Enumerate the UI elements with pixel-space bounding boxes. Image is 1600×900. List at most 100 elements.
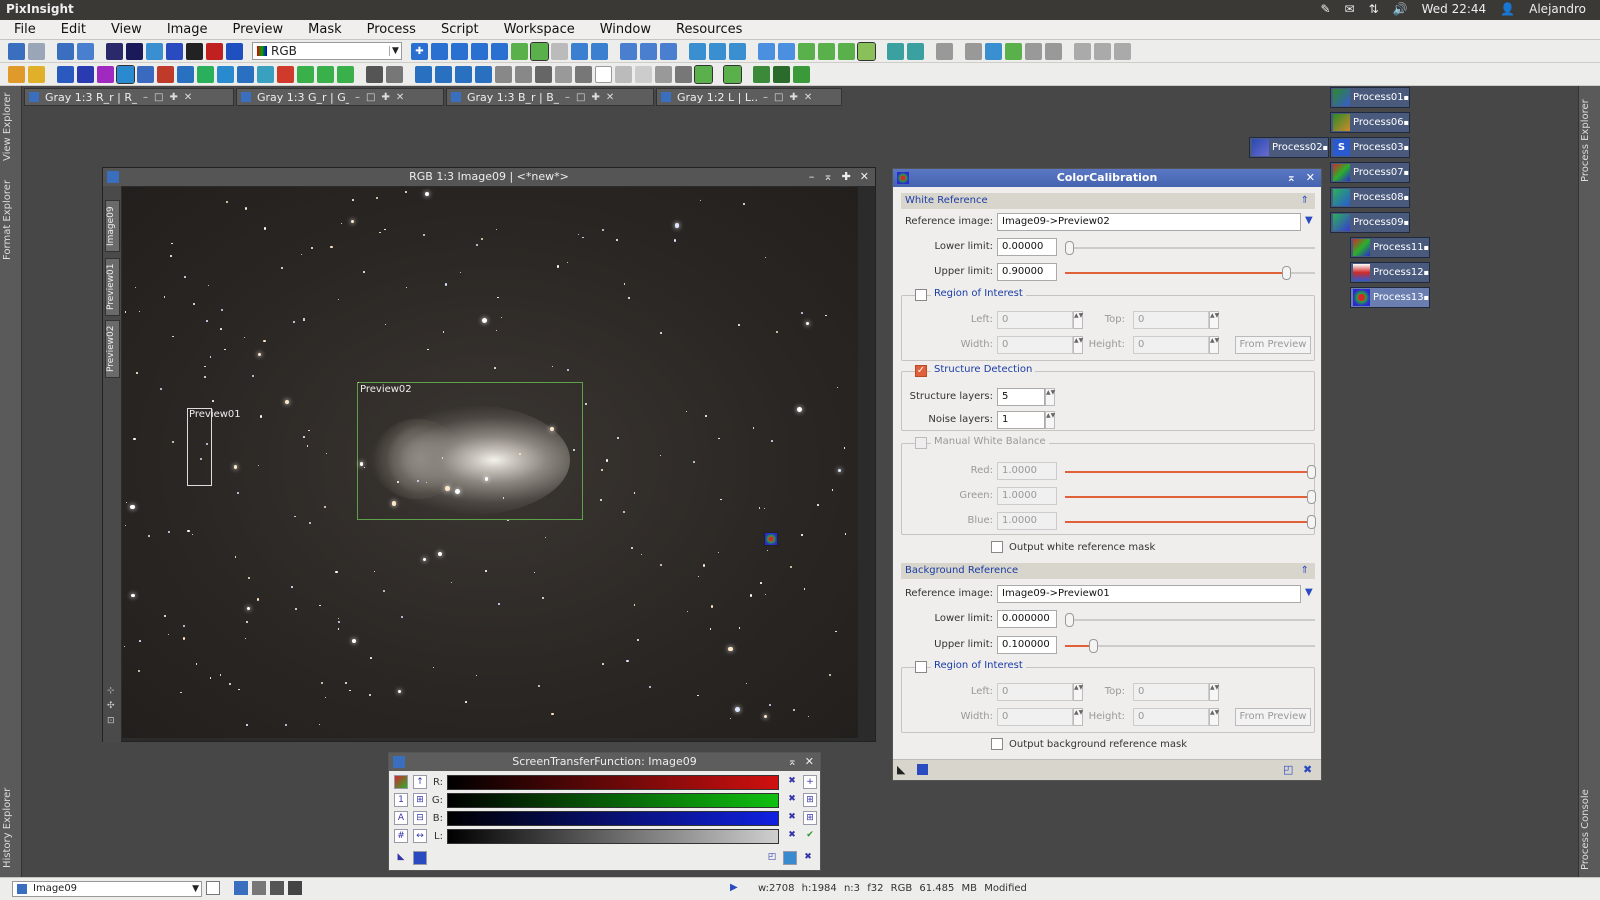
paste2-icon[interactable] (1005, 42, 1022, 60)
mwb-red-slider[interactable] (1065, 465, 1316, 479)
process16-icon[interactable] (317, 65, 334, 83)
new-preview-icon[interactable] (511, 42, 528, 60)
menu-mask[interactable]: Mask (294, 20, 352, 39)
spin-icon[interactable]: ▲▼ (1045, 411, 1055, 429)
stf-slider-b[interactable] (447, 811, 779, 826)
mail-icon[interactable]: ✉ (1345, 2, 1355, 16)
network-icon[interactable]: ⇅ (1369, 2, 1379, 16)
reset-icon[interactable]: ✖ (1303, 763, 1312, 776)
green-window2-icon[interactable] (818, 42, 835, 60)
browse-doc-icon[interactable]: ◰ (765, 851, 779, 865)
menu-preview[interactable]: Preview (219, 20, 295, 39)
menu-window[interactable]: Window (586, 20, 662, 39)
process33-icon[interactable] (675, 65, 692, 83)
tab-preview01[interactable]: Preview01 (105, 258, 120, 316)
process8-icon[interactable] (157, 65, 174, 83)
background-reference-section[interactable]: Background Reference ⇑ (901, 563, 1315, 579)
from-preview-button-bg[interactable]: From Preview (1235, 708, 1311, 726)
menu-edit[interactable]: Edit (47, 20, 97, 39)
process19-icon[interactable] (386, 65, 403, 83)
tab-preview02[interactable]: Preview02 (105, 320, 120, 378)
link-icon[interactable] (146, 42, 163, 60)
astro-image-canvas[interactable]: Preview01 Preview02 (122, 187, 858, 738)
stf-swap-icon[interactable]: ↔ (413, 829, 427, 843)
stf-icon[interactable] (186, 42, 203, 60)
tool2-icon[interactable] (1094, 42, 1111, 60)
mwb-blue-field[interactable]: 1.0000 (997, 512, 1057, 530)
red-channel-icon[interactable] (206, 42, 223, 60)
iconic-window-r[interactable]: Gray 1:3 R_r | R_r... –□✚✕ (24, 88, 234, 106)
minimize-icon[interactable]: – (565, 92, 570, 103)
bg-lower-limit-field[interactable]: 0.000000 (997, 610, 1057, 628)
reset-icon[interactable]: ✖ (801, 851, 815, 865)
process15-icon[interactable] (297, 65, 314, 83)
zoom-in-icon[interactable] (571, 42, 588, 60)
output-white-mask-checkbox[interactable] (991, 541, 1003, 553)
roi-white-left-field[interactable]: 0 (997, 311, 1073, 329)
clock[interactable]: Wed 22:44 (1422, 2, 1487, 16)
window-icon[interactable] (758, 42, 775, 60)
readout2-icon[interactable] (640, 42, 657, 60)
stf-plus-b-icon[interactable]: ⊞ (803, 811, 817, 825)
duplicate-icon[interactable] (77, 42, 94, 60)
blue-channel-icon[interactable] (226, 42, 243, 60)
process-console-tab[interactable]: Process Console (1580, 786, 1598, 870)
channel-1-icon[interactable] (252, 881, 266, 895)
window-cascade-icon[interactable] (729, 42, 746, 60)
restore-icon[interactable]: □ (774, 92, 783, 103)
zoom-all-icon[interactable] (491, 42, 508, 60)
process-icon-07[interactable]: Process07 ▪ (1330, 162, 1410, 183)
shade-icon[interactable]: ⌅ (823, 168, 832, 186)
stf-slider-g[interactable] (447, 793, 779, 808)
tab-image09[interactable]: Image09 (105, 200, 120, 252)
paste-icon[interactable] (985, 42, 1002, 60)
restore-icon[interactable]: □ (576, 92, 585, 103)
maximize-icon[interactable]: ✚ (381, 92, 389, 103)
close-icon[interactable]: ✕ (606, 92, 614, 103)
close-icon[interactable]: ✕ (860, 168, 869, 186)
process37-icon[interactable] (773, 65, 790, 83)
edit-icon[interactable]: ✎ (1320, 2, 1330, 16)
stf-edit-icon[interactable]: 1 (394, 793, 408, 807)
roi-white-height-field[interactable]: 0 (1133, 336, 1209, 354)
image-selector[interactable]: Image09 ▼ (12, 881, 202, 897)
process21-icon[interactable] (435, 65, 452, 83)
collapse-icon[interactable]: ⇑ (1301, 193, 1309, 209)
mwb-green-slider[interactable] (1065, 490, 1316, 504)
process18-icon[interactable] (366, 65, 383, 83)
spin-icon[interactable]: ▲▼ (1209, 708, 1219, 726)
menu-resources[interactable]: Resources (662, 20, 753, 39)
channels-icon[interactable] (126, 42, 143, 60)
view-explorer-tab[interactable]: View Explorer (2, 92, 20, 162)
process36-icon[interactable] (753, 65, 770, 83)
process-icon-09[interactable]: Process09 ▪ (1330, 212, 1410, 233)
zoom-fit-icon[interactable] (451, 42, 468, 60)
process-icon-12[interactable]: Process12 ▪ (1350, 262, 1430, 283)
process30-icon[interactable] (615, 65, 632, 83)
user-name[interactable]: Alejandro (1529, 2, 1586, 16)
bg-lower-limit-slider[interactable] (1065, 613, 1315, 627)
view-tool3-icon[interactable]: ⊡ (107, 716, 115, 726)
import-icon[interactable] (907, 42, 924, 60)
iconic-window-l[interactable]: Gray 1:2 L | L... – □ ✚ ✕ (656, 88, 842, 106)
roi-white-top-field[interactable]: 0 (1133, 311, 1209, 329)
pointer-icon[interactable] (551, 42, 568, 60)
roi-white-checkbox[interactable] (915, 289, 927, 301)
minimize-icon[interactable]: – (763, 92, 768, 103)
collapse-icon[interactable]: ⇑ (1301, 563, 1309, 579)
stf-track-icon[interactable]: A (394, 811, 408, 825)
shade-icon[interactable]: ⌅ (1287, 169, 1296, 187)
process-explorer-tab[interactable]: Process Explorer (1580, 92, 1598, 182)
stf-plus-r-icon[interactable]: + (803, 775, 817, 789)
new-instance-icon[interactable]: ◣ (394, 851, 408, 865)
new-view-icon[interactable] (206, 881, 220, 895)
process29-icon[interactable] (595, 65, 612, 83)
preview-mode-icon[interactable] (530, 41, 549, 61)
iconic-window-g[interactable]: Gray 1:3 G_r | G_r... –□✚✕ (236, 88, 444, 106)
process26-icon[interactable] (535, 65, 552, 83)
process27-icon[interactable] (555, 65, 572, 83)
stf-check-icon[interactable]: ✔ (803, 829, 817, 843)
apply-global-icon[interactable] (413, 851, 427, 865)
process17-icon[interactable] (337, 65, 354, 83)
select-view-icon[interactable]: ▼ (1305, 215, 1313, 226)
